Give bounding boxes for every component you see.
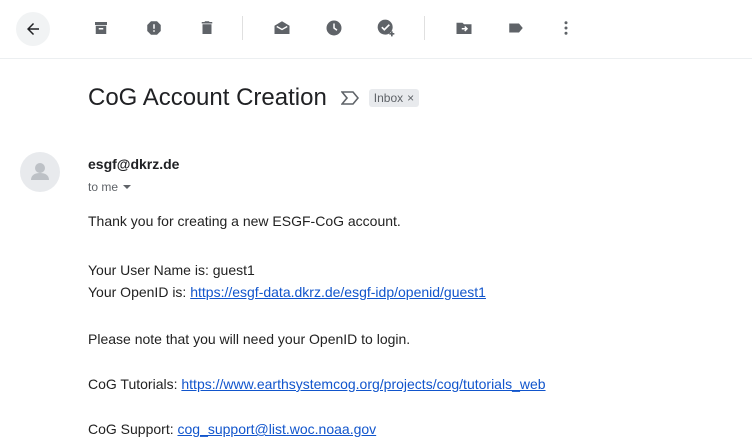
- tutorials-prefix: CoG Tutorials:: [88, 376, 182, 392]
- importance-marker[interactable]: [340, 91, 359, 105]
- label-icon: [509, 23, 523, 33]
- person-icon: [31, 163, 49, 180]
- importance-marker-icon: [340, 91, 359, 105]
- mark-unread-button[interactable]: [268, 14, 296, 42]
- remove-label-button[interactable]: ×: [407, 91, 414, 105]
- sender-address[interactable]: esgf@dkrz.de: [88, 156, 179, 172]
- email-subject-row: CoG Account Creation Inbox ×: [88, 84, 420, 112]
- body-username: Your User Name is: guest1: [88, 262, 255, 278]
- arrow-left-icon: [27, 23, 39, 35]
- toolbar-divider: [424, 16, 425, 40]
- back-button[interactable]: [16, 12, 50, 46]
- caret-down-icon: [123, 185, 132, 189]
- openid-link[interactable]: https://esgf-data.dkrz.de/esgf-idp/openi…: [190, 284, 486, 300]
- move-to-icon: [456, 22, 472, 34]
- body-openid: Your OpenID is: https://esgf-data.dkrz.d…: [88, 284, 486, 300]
- report-spam-button[interactable]: [140, 14, 168, 42]
- label-button[interactable]: [502, 14, 530, 42]
- snooze-button[interactable]: [320, 14, 348, 42]
- archive-icon: [95, 22, 107, 34]
- report-spam-icon: [147, 21, 161, 35]
- more-options-button[interactable]: [552, 14, 580, 42]
- archive-button[interactable]: [87, 14, 115, 42]
- delete-icon: [201, 21, 213, 34]
- recipient-details[interactable]: to me: [88, 180, 132, 194]
- support-link[interactable]: cog_support@list.woc.noaa.gov: [178, 421, 377, 437]
- snooze-icon: [326, 20, 342, 36]
- move-to-button[interactable]: [450, 14, 478, 42]
- body-tutorials: CoG Tutorials: https://www.earthsystemco…: [88, 376, 546, 392]
- body-note: Please note that you will need your Open…: [88, 331, 411, 347]
- add-task-icon: [377, 19, 395, 37]
- body-support: CoG Support: cog_support@list.woc.noaa.g…: [88, 421, 376, 437]
- add-task-button[interactable]: [372, 14, 400, 42]
- inbox-label: Inbox ×: [368, 89, 420, 107]
- mark-unread-icon: [274, 21, 290, 34]
- body-thanks: Thank you for creating a new ESGF-CoG ac…: [88, 213, 401, 229]
- email-subject: CoG Account Creation: [88, 84, 327, 111]
- support-prefix: CoG Support:: [88, 421, 178, 437]
- toolbar-divider: [242, 16, 243, 40]
- openid-prefix: Your OpenID is:: [88, 284, 191, 300]
- more-vert-icon: [564, 21, 568, 35]
- sender-avatar: [20, 152, 60, 192]
- toolbar: [0, 0, 752, 59]
- inbox-label-text: Inbox: [373, 91, 404, 105]
- recipient-text: to me: [88, 180, 119, 194]
- delete-button[interactable]: [193, 14, 221, 42]
- tutorials-link[interactable]: https://www.earthsystemcog.org/projects/…: [181, 376, 545, 392]
